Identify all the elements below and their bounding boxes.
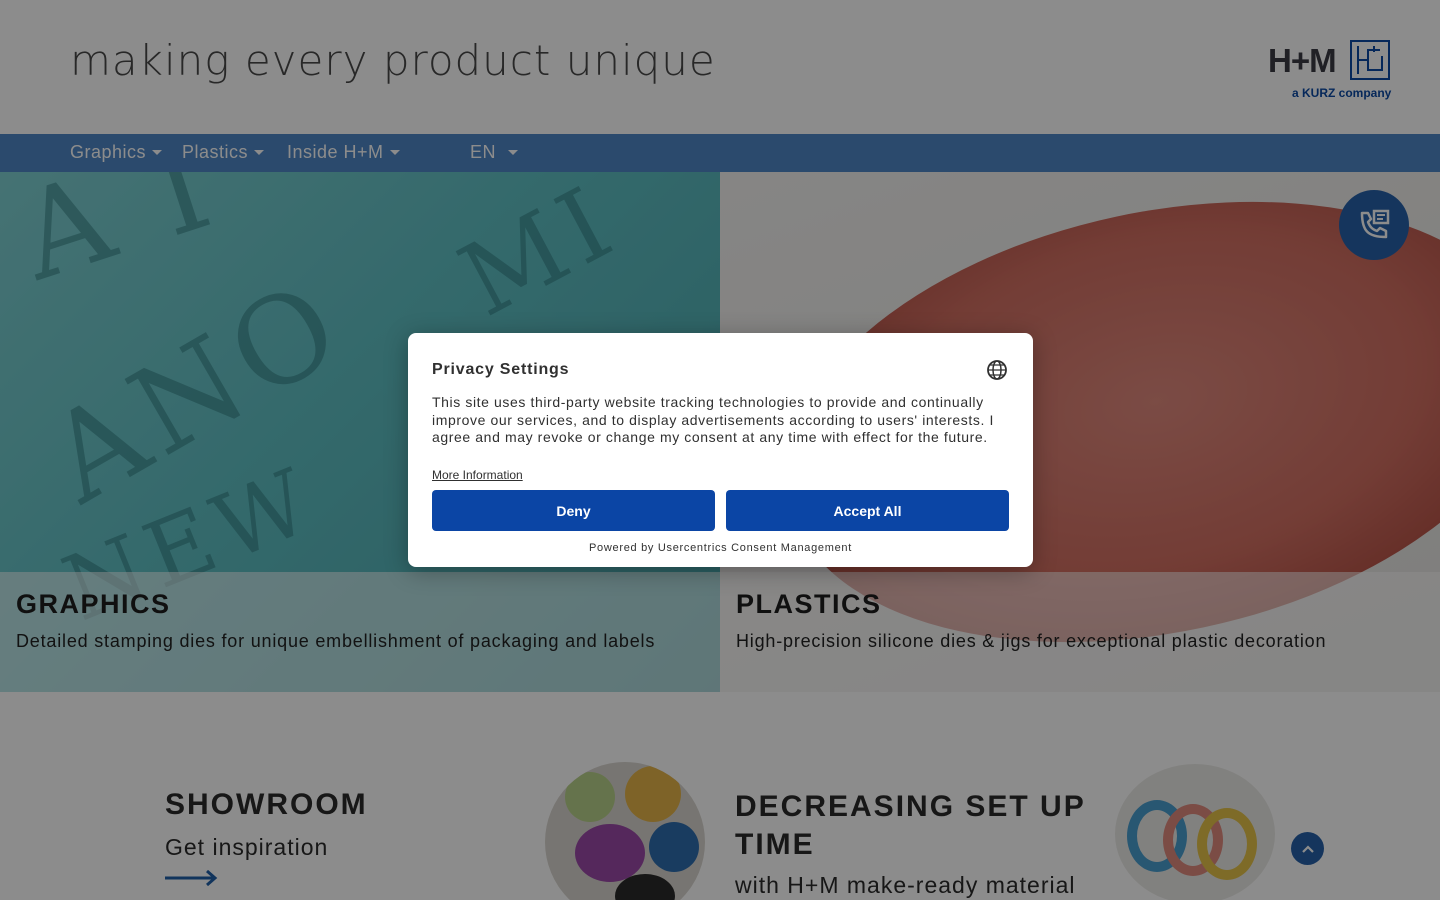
accept-all-button[interactable]: Accept All (726, 490, 1009, 531)
more-information-link[interactable]: More Information (432, 468, 523, 482)
dialog-body: This site uses third-party website track… (432, 394, 994, 445)
dialog-title: Privacy Settings (432, 361, 570, 378)
deny-button[interactable]: Deny (432, 490, 715, 531)
powered-by-text: Powered by Usercentrics Consent Manageme… (589, 542, 852, 554)
privacy-settings-dialog: Privacy Settings This site uses third-pa… (408, 333, 1033, 567)
globe-icon[interactable] (986, 359, 1008, 381)
